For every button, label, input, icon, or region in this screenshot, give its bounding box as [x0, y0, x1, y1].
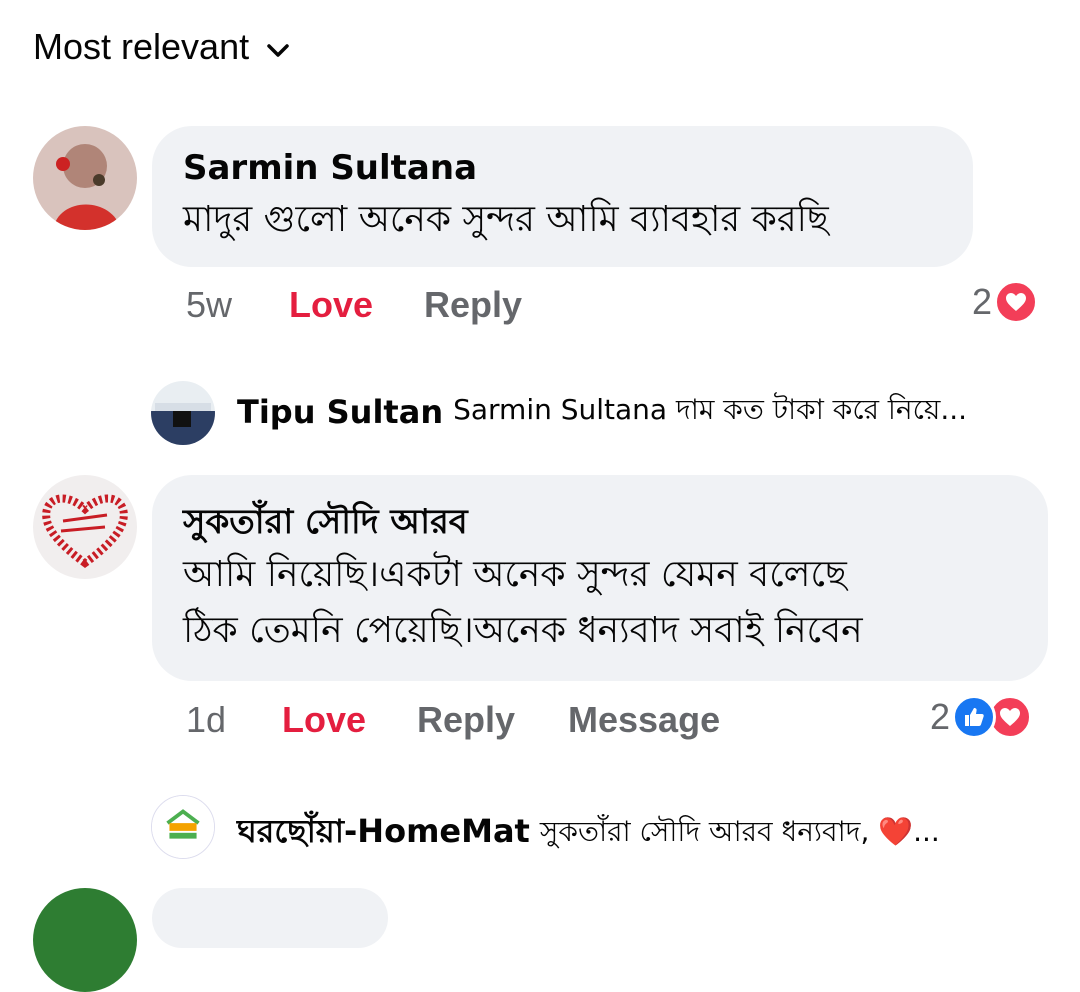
reaction-count: 2 [972, 281, 993, 322]
love-button[interactable]: Love [282, 699, 366, 741]
comment-time[interactable]: 5w [186, 284, 232, 326]
reply-text: Sarmin Sultana দাম কত টাকা করে নিয়ে... [453, 393, 968, 426]
comment-bubble [152, 888, 388, 948]
reply-preview[interactable]: Tipu Sultan Sarmin Sultana দাম কত টাকা ক… [237, 388, 967, 435]
comment-text: মাদুর গুলো অনেক সুন্দর আমি ব্যাবহার করছি [183, 192, 829, 248]
comment-author[interactable]: সুকতাঁরা সৌদি আরব [183, 496, 468, 553]
heart-reaction-icon [994, 280, 1039, 324]
sort-label: Most relevant [33, 26, 250, 67]
avatar[interactable] [33, 888, 137, 992]
reply-preview[interactable]: ঘরছোঁয়া-HomeMat সুকতাঁরা সৌদি আরব ধন্যব… [237, 806, 940, 860]
reply-button[interactable]: Reply [417, 699, 515, 741]
comment-text-line: মাদুর গুলো অনেক সুন্দর আমি ব্যাবহার করছি [183, 199, 829, 240]
avatar[interactable] [33, 126, 137, 230]
avatar[interactable] [151, 795, 215, 859]
like-reaction-icon [952, 695, 997, 739]
love-button[interactable]: Love [289, 284, 373, 326]
comment-text-line: আমি নিয়েছি।একটা অনেক সুন্দর যেমন বলেছে [183, 554, 847, 595]
reply-button[interactable]: Reply [424, 284, 522, 326]
reaction-summary[interactable]: 2 [930, 695, 1033, 739]
comment-text-line: ঠিক তেমনি পেয়েছি।অনেক ধন্যবাদ সবাই নিবে… [183, 610, 863, 651]
reaction-summary[interactable]: 2 [972, 280, 1039, 324]
comment-time[interactable]: 1d [186, 699, 226, 741]
reply-author: Tipu Sultan [237, 392, 444, 431]
comment-author[interactable]: Sarmin Sultana [183, 148, 477, 188]
avatar[interactable] [33, 475, 137, 579]
reply-author: ঘরছোঁয়া-HomeMat [237, 812, 530, 850]
avatar[interactable] [151, 381, 215, 445]
sort-dropdown[interactable]: Most relevant [33, 26, 289, 68]
reaction-count: 2 [930, 696, 951, 737]
message-button[interactable]: Message [568, 699, 720, 741]
chevron-down-icon [267, 26, 289, 68]
comment-text: আমি নিয়েছি।একটা অনেক সুন্দর যেমন বলেছে … [183, 547, 863, 659]
reply-text: সুকতাঁরা সৌদি আরব ধন্যবাদ, ❤️... [539, 814, 940, 848]
